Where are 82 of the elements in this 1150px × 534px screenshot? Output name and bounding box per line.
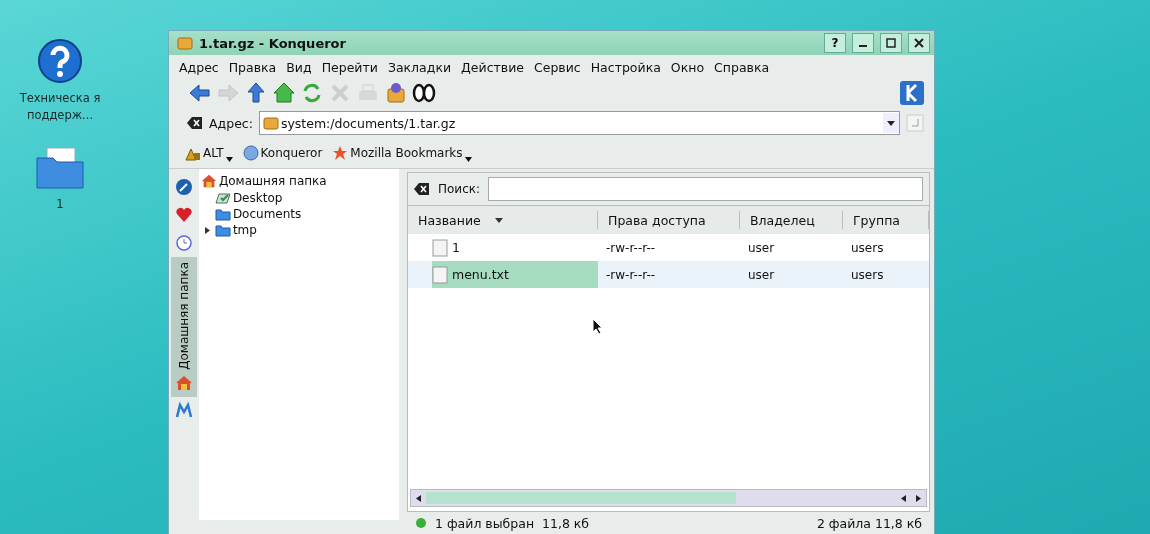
m-letter-icon [174,401,193,420]
bookmark-button[interactable]: Konqueror [242,145,323,161]
package-icon [177,35,193,51]
column-header[interactable]: Группа [843,211,929,229]
file-name: 1 [452,240,460,255]
address-field[interactable]: system:/documents/1.tar.gz [258,111,900,135]
menu-item[interactable]: Перейти [321,60,378,75]
address-label: Адрес: [209,115,253,131]
tree-item[interactable]: Desktop [232,191,283,205]
column-header[interactable]: Название [408,211,598,229]
table-cell-text: -rw-r--r-- [605,267,657,282]
maximize-icon [886,38,896,48]
clear-icon[interactable] [414,182,430,196]
folder-icon [214,223,231,237]
bookmark-button[interactable]: Mozilla Bookmarks [332,145,472,161]
icon-label[interactable]: Техническа я поддерж... [15,90,105,124]
status-text: 2 файла 11,8 кб [816,515,922,531]
column-header[interactable]: Права доступа [598,211,740,229]
compass-icon [174,178,193,196]
file-row[interactable]: menu.txt -rw-r--r-- user users [408,261,929,288]
close-button[interactable] [908,33,930,53]
menu-item[interactable]: Окно [670,60,705,75]
help-icon[interactable] [37,38,83,84]
file-icon [432,265,448,284]
menu-item[interactable]: Действие [461,60,524,75]
status-dot-icon [415,517,427,529]
clock-icon [174,234,193,252]
package-icon [262,115,279,131]
minimize-button[interactable] [852,33,874,53]
search-field[interactable] [488,177,923,201]
caret-icon [464,156,472,162]
table-cell-text: user [747,267,776,282]
globe-icon [242,145,259,161]
tree-item[interactable]: Documents [232,207,302,221]
tree-item[interactable]: tmp [232,223,257,237]
table-cell-text: user [747,240,776,255]
file-name: menu.txt [452,267,509,282]
menu-item[interactable]: Сервис [534,60,581,75]
scroll-right-icon[interactable] [916,494,921,502]
tree-item[interactable]: Домашняя папка [218,174,327,188]
sort-arrow-icon [494,217,503,223]
table-cell-text: users [850,267,885,282]
expand-arrow-icon[interactable] [204,226,210,234]
star-icon [332,145,349,161]
binoculars-icon [411,81,436,105]
bookmark-button[interactable]: ALT [185,145,233,161]
minimize-icon [859,45,867,47]
heart-icon [174,206,193,224]
close-icon [914,38,924,48]
status-text: 1 файл выбран 11,8 кб [435,515,590,531]
menu-item[interactable]: Вид [286,60,312,75]
left-arrow-icon [187,81,212,105]
home-icon [174,373,193,392]
horizontal-scrollbar[interactable] [410,489,927,507]
table-cell-text: users [850,240,885,255]
scroll-left-icon[interactable] [901,494,906,502]
menu-item[interactable]: Настройка [590,60,661,75]
menu-item[interactable]: Справка [714,60,770,75]
folder-icon[interactable] [35,146,85,190]
help-button[interactable]: ? [824,33,846,53]
home-icon [271,81,296,105]
file-icon [432,238,448,257]
sidebar-tab[interactable]: Домашняя папка [170,257,197,397]
folder-icon [214,207,231,221]
mouse-cursor-icon [592,318,604,335]
search-label: Поиск: [438,182,481,196]
scroll-left-icon[interactable] [416,494,421,502]
column-header[interactable]: Владелец [740,211,843,229]
menu-item[interactable]: Адрес [179,60,219,75]
clear-icon[interactable] [187,116,203,130]
menu-item[interactable]: Правка [228,60,277,75]
desktop-icon [214,191,231,205]
table-cell-text: -rw-r--r-- [605,240,657,255]
window-title: 1.tar.gz - Konqueror [199,35,346,51]
file-row[interactable]: 1 -rw-r--r-- user users [408,234,929,261]
maximize-button[interactable] [880,33,902,53]
home-icon [200,173,217,189]
menu-item[interactable]: Закладки [387,60,452,75]
dropdown-icon[interactable] [883,113,899,133]
k-logo-icon[interactable] [900,81,924,105]
caret-icon [225,156,233,162]
icon-label[interactable]: 1 [15,196,105,213]
